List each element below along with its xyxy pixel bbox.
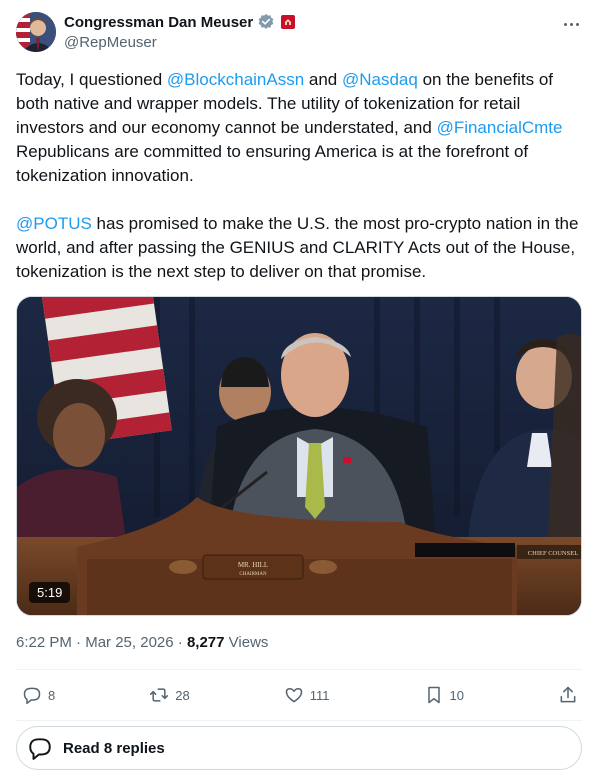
text-span: and [304, 70, 342, 89]
repost-count: 28 [175, 687, 190, 703]
tweet-text: Today, I questioned @BlockchainAssn and … [16, 68, 586, 284]
heart-icon [285, 688, 302, 703]
nameplate-name: MR. HILL [238, 561, 268, 569]
share-button[interactable] [558, 685, 578, 705]
like-button[interactable]: 111 [284, 685, 330, 705]
mention-link[interactable]: @BlockchainAssn [167, 70, 304, 89]
author-handle[interactable]: @RepMeuser [64, 34, 295, 51]
meta-separator: · [71, 634, 86, 651]
video-duration-badge: 5:19 [29, 582, 71, 603]
text-span: Today, I questioned [16, 70, 167, 89]
more-dot-icon [569, 22, 573, 26]
tweet-header: Congressman Dan Meuser @RepMeuser [16, 12, 582, 56]
more-dot-icon [563, 22, 567, 26]
mention-link[interactable]: @Nasdaq [342, 70, 418, 89]
text-span: Republicans are committed to ensuring Am… [16, 142, 529, 185]
reply-count: 8 [48, 687, 56, 703]
mention-link[interactable]: @FinancialCmte [437, 118, 563, 137]
repost-button[interactable]: 28 [149, 685, 190, 705]
tweet-date[interactable]: Mar 25, 2026 [85, 634, 173, 651]
mention-link[interactable]: @POTUS [16, 214, 92, 233]
video-thumbnail: MR. HILL CHAIRMAN CHIEF COUNSEL [17, 297, 581, 615]
verified-badge-icon [258, 13, 274, 30]
like-count: 111 [309, 687, 330, 703]
meta-separator: · [173, 634, 187, 651]
repost-icon [150, 688, 169, 702]
bookmark-count: 10 [449, 687, 464, 703]
views-count: 8,277 [186, 634, 225, 651]
more-dot-icon [575, 22, 579, 26]
video-player[interactable]: MR. HILL CHAIRMAN CHIEF COUNSEL 5:19 [16, 296, 582, 616]
read-replies-button[interactable]: Read 8 replies [16, 726, 582, 770]
read-replies-label: Read 8 replies [63, 739, 165, 757]
tweet-paragraph-1: Today, I questioned @BlockchainAssn and … [16, 68, 586, 188]
tweet-time[interactable]: 6:22 PM [16, 634, 72, 651]
government-badge-icon [281, 15, 296, 29]
tweet-meta: 6:22 PM · Mar 25, 2026 · 8,277 Views [16, 634, 268, 651]
reply-bubble-icon [29, 738, 51, 760]
nameplate-title: CHAIRMAN [239, 572, 267, 577]
author-block: Congressman Dan Meuser @RepMeuser [64, 12, 296, 51]
placard-text: CHIEF COUNSEL [528, 550, 578, 557]
avatar[interactable] [16, 12, 56, 52]
bookmark-icon [427, 686, 440, 704]
text-span: has promised to make the U.S. the most p… [16, 214, 579, 281]
views-label: Views [224, 634, 269, 651]
action-bar: 8 28 111 10 [16, 670, 582, 720]
more-options-button[interactable] [560, 14, 582, 34]
reply-icon [23, 687, 41, 705]
divider [16, 720, 582, 721]
reply-button[interactable]: 8 [22, 685, 55, 705]
tweet-paragraph-2: @POTUS has promised to make the U.S. the… [16, 212, 586, 284]
bookmark-button[interactable]: 10 [424, 685, 464, 705]
author-display-name[interactable]: Congressman Dan Meuser [64, 14, 253, 31]
share-icon [560, 686, 576, 703]
